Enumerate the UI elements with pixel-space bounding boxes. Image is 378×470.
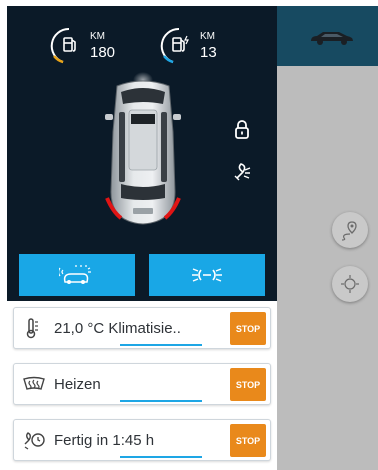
charging-stop-button[interactable]: STOP: [230, 424, 266, 457]
charging-status-row[interactable]: Fertig in 1:45 h STOP: [13, 419, 271, 461]
electric-unit-label: KM: [200, 31, 215, 42]
app-root: KM 180 KM 13 21,0 °C Klimatisie.. STOP H…: [0, 0, 378, 470]
electric-range-value: 13: [200, 44, 217, 61]
fuel-range-arc: [50, 27, 76, 64]
crosshair-icon: [341, 275, 359, 293]
electric-range-arc: [160, 27, 189, 64]
heating-status-text: Heizen: [54, 376, 101, 393]
lock-icon[interactable]: [231, 118, 253, 140]
climate-stop-button[interactable]: STOP: [230, 312, 266, 345]
flash-light-icon[interactable]: [231, 160, 253, 182]
location-pin-route-icon: [341, 221, 357, 241]
fuel-unit-label: KM: [90, 31, 105, 42]
heating-stop-button[interactable]: STOP: [230, 368, 266, 401]
right-header-bar: [277, 6, 378, 66]
flash-lights-button[interactable]: [149, 254, 265, 296]
thermometer-icon: [26, 318, 38, 339]
climate-status-text: 21,0 °C Klimatisie..: [54, 320, 181, 337]
center-location-button[interactable]: [332, 266, 368, 302]
climate-progress-bar: [120, 344, 202, 346]
car-top-view-image[interactable]: [99, 72, 187, 232]
fuel-pump-icon: [63, 37, 76, 52]
vehicle-control-panel: KM 180 KM 13 21,0 °C Klimatisie.. STOP H…: [7, 6, 277, 468]
map-area[interactable]: [277, 66, 378, 470]
fuel-range-value: 180: [90, 44, 116, 61]
charge-timer-icon: [24, 432, 45, 450]
fuel-range-gauge: KM 180: [49, 26, 119, 66]
car-horn-lights-icon: [59, 265, 91, 284]
climate-status-row[interactable]: 21,0 °C Klimatisie.. STOP: [13, 307, 271, 349]
vehicle-status-header: KM 180 KM 13: [7, 6, 277, 301]
electric-range-gauge: KM 13: [159, 26, 229, 66]
location-route-button[interactable]: [332, 212, 368, 248]
heating-status-row[interactable]: Heizen STOP: [13, 363, 271, 405]
honk-and-flash-button[interactable]: [19, 254, 135, 296]
charging-status-text: Fertig in 1:45 h: [54, 432, 155, 449]
charging-progress-bar: [120, 456, 202, 458]
car-side-icon[interactable]: [309, 28, 355, 46]
headlight-flash-icon: [192, 268, 222, 282]
windshield-heater-icon: [23, 376, 45, 390]
heating-progress-bar: [120, 400, 202, 402]
ev-charger-icon: [172, 35, 189, 52]
